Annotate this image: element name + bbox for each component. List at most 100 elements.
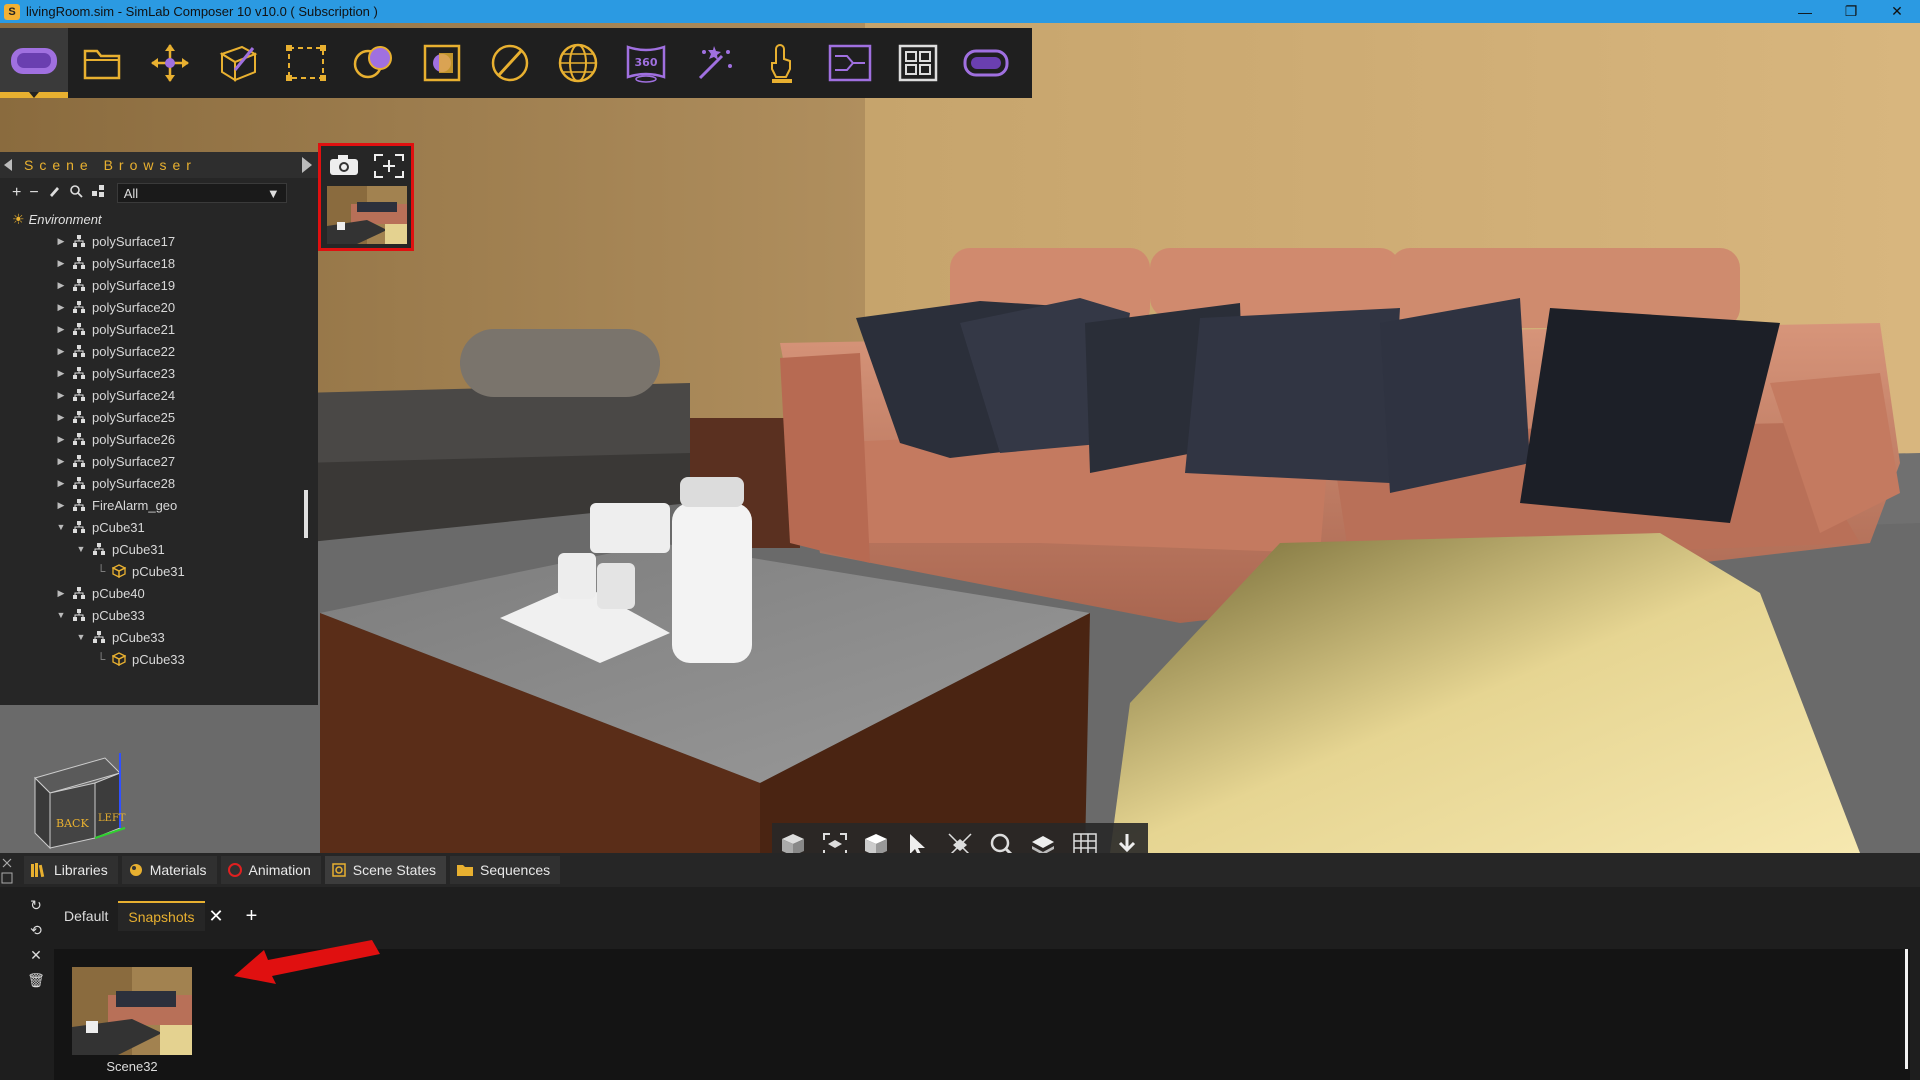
tree-item-environment[interactable]: ☀ Environment [0, 208, 318, 230]
tree-item[interactable]: ▶ polySurface23 [0, 362, 318, 384]
chevron-right-icon[interactable]: ▶ [56, 500, 66, 511]
remove-node-button[interactable]: − [29, 184, 38, 202]
tab-sequences[interactable]: Sequences [450, 856, 561, 884]
subtab-snapshots[interactable]: Snapshots [118, 901, 205, 931]
layout-button[interactable] [884, 28, 952, 98]
remove-state-icon[interactable]: ✕ [30, 947, 42, 964]
tree-item[interactable]: ▶ polySurface19 [0, 274, 318, 296]
subtab-default[interactable]: Default [54, 902, 118, 930]
tree-item[interactable]: ▶ polySurface26 [0, 428, 318, 450]
tree-item[interactable]: ▶ pCube40 [0, 582, 318, 604]
snapshot-quick-thumbnail[interactable] [327, 186, 407, 244]
maximize-button[interactable]: ❐ [1828, 0, 1874, 23]
tab-animation[interactable]: Animation [220, 856, 321, 884]
chevron-right-icon[interactable]: ▶ [56, 588, 66, 599]
tree-item-label: pCube33 [112, 629, 165, 645]
vr-headset-button[interactable] [0, 28, 68, 98]
tree-item[interactable]: ▶ polySurface21 [0, 318, 318, 340]
vr-headset-icon [11, 48, 57, 74]
select-arrow-icon[interactable] [900, 827, 936, 853]
fit-view-icon[interactable] [817, 827, 853, 853]
search-icon[interactable] [69, 184, 83, 203]
paint-icon[interactable] [47, 184, 61, 203]
chevron-right-icon[interactable]: ▶ [56, 478, 66, 489]
zoom-icon[interactable] [984, 827, 1020, 853]
add-subtab-icon[interactable]: + [246, 905, 258, 928]
chevron-right-icon[interactable]: ▶ [56, 368, 66, 379]
add-frame-icon[interactable] [373, 153, 405, 182]
collapse-left-icon[interactable] [4, 159, 12, 171]
close-button[interactable]: ✕ [1874, 0, 1920, 23]
presenter-button[interactable] [748, 28, 816, 98]
chevron-right-icon[interactable]: ▶ [56, 302, 66, 313]
tree-item[interactable]: ▶ polySurface20 [0, 296, 318, 318]
effects-button[interactable] [680, 28, 748, 98]
chevron-right-icon[interactable]: ▶ [56, 280, 66, 291]
render-button[interactable] [408, 28, 476, 98]
presenter-icon [771, 44, 792, 83]
tree-item[interactable]: ▶ FireAlarm_geo [0, 494, 318, 516]
tree-item[interactable]: ▼ pCube31 [0, 538, 318, 560]
snapshot-scrollbar[interactable] [1905, 949, 1908, 1069]
minimize-button[interactable]: — [1782, 0, 1828, 23]
tab-scene-states[interactable]: Scene States [324, 856, 447, 884]
chevron-down-icon[interactable]: ▼ [76, 632, 86, 642]
modeling-button[interactable] [204, 28, 272, 98]
tree-item[interactable]: ▶ polySurface25 [0, 406, 318, 428]
selection-button[interactable] [272, 28, 340, 98]
navigation-cube[interactable]: BACK LEFT [30, 743, 140, 853]
snapshot-item[interactable]: Scene32 [72, 967, 192, 1074]
scene-setup-button[interactable] [68, 28, 136, 98]
chevron-down-icon[interactable]: ▼ [56, 610, 66, 620]
view-cube-icon[interactable] [775, 827, 811, 853]
tree-item[interactable]: └ pCube33 [0, 648, 318, 670]
group-node-icon [91, 542, 107, 556]
tree-item[interactable]: ▶ polySurface24 [0, 384, 318, 406]
vr-viewer-button[interactable] [952, 28, 1020, 98]
tree-item[interactable]: ▼ pCube31 [0, 516, 318, 538]
tree-item-label: polySurface28 [92, 475, 176, 491]
chevron-down-icon[interactable]: ▼ [56, 522, 66, 532]
expand-right-icon[interactable] [302, 157, 312, 173]
tree-item[interactable]: ▶ polySurface27 [0, 450, 318, 472]
hierarchy-icon[interactable] [91, 184, 105, 203]
tab-materials[interactable]: Materials [121, 856, 217, 884]
tree-item[interactable]: ▼ pCube33 [0, 626, 318, 648]
chevron-right-icon[interactable]: ▶ [56, 412, 66, 423]
chevron-down-icon[interactable]: ▼ [76, 544, 86, 554]
chevron-right-icon[interactable]: ▶ [56, 258, 66, 269]
shading-cube-icon[interactable] [858, 827, 894, 853]
chevron-right-icon[interactable]: ▶ [56, 324, 66, 335]
camera-icon[interactable] [328, 153, 360, 182]
chevron-right-icon[interactable]: ▶ [56, 434, 66, 445]
tree-item[interactable]: ▶ polySurface17 [0, 230, 318, 252]
environment-button[interactable] [544, 28, 612, 98]
capture-state-icon[interactable]: ⟲ [30, 922, 42, 939]
chevron-right-icon[interactable]: ▶ [56, 346, 66, 357]
tree-item[interactable]: ▶ polySurface28 [0, 472, 318, 494]
tab-libraries[interactable]: Libraries [24, 856, 118, 884]
tree-item[interactable]: └ pCube31 [0, 560, 318, 582]
add-node-button[interactable]: + [12, 184, 21, 202]
chevron-right-icon[interactable]: ▶ [56, 236, 66, 247]
tree-item[interactable]: ▶ polySurface22 [0, 340, 318, 362]
tree-item[interactable]: ▶ polySurface18 [0, 252, 318, 274]
grid-icon[interactable] [1067, 827, 1103, 853]
download-icon[interactable] [1109, 827, 1145, 853]
chevron-right-icon[interactable]: ▶ [56, 456, 66, 467]
layers-icon[interactable] [1025, 827, 1061, 853]
close-subtab-icon[interactable]: ✕ [209, 906, 224, 927]
scene-tree-scrollbar[interactable] [304, 490, 308, 538]
materials-button[interactable] [340, 28, 408, 98]
chevron-right-icon[interactable]: ▶ [56, 390, 66, 401]
tree-item[interactable]: ▼ pCube33 [0, 604, 318, 626]
perspective-icon[interactable] [942, 827, 978, 853]
scene-filter-select[interactable]: All ▼ [116, 183, 287, 203]
trash-icon[interactable]: 🗑 [27, 972, 45, 989]
panorama-360-button[interactable]: 360 [612, 28, 680, 98]
transform-button[interactable] [136, 28, 204, 98]
lighting-button[interactable] [476, 28, 544, 98]
refresh-icon[interactable]: ↻ [30, 897, 42, 914]
svg-text:360: 360 [635, 56, 658, 69]
sequence-button[interactable] [816, 28, 884, 98]
